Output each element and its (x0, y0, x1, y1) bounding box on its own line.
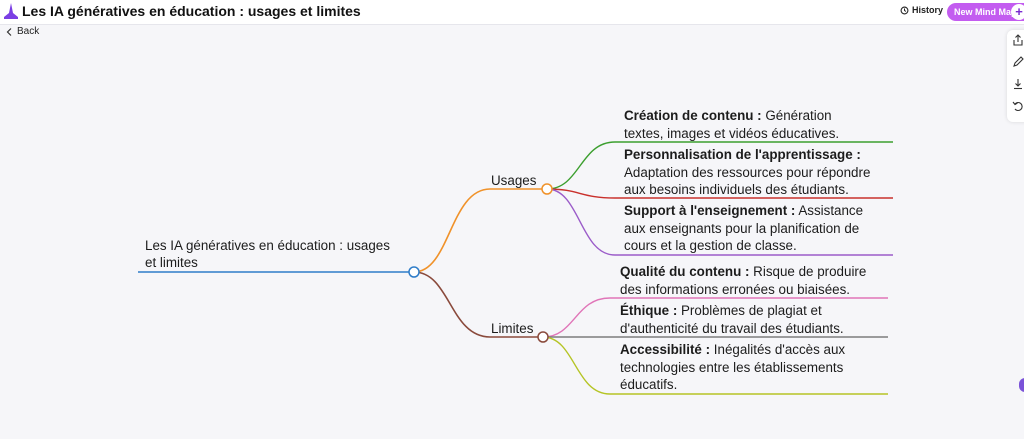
leaf-text: Risque de produire (749, 264, 867, 279)
leaf-creation[interactable]: Création de contenu : Génération textes,… (624, 107, 839, 142)
leaf-ethique[interactable]: Éthique : Problèmes de plagiat et d'auth… (620, 302, 844, 337)
branch-usages[interactable]: Usages (491, 172, 536, 190)
leaf-title: Support à l'enseignement : (624, 203, 796, 218)
root-node-handle[interactable] (408, 266, 420, 278)
leaf-text: Adaptation des ressources pour répondre (624, 164, 871, 180)
leaf-text: d'authenticité du travail des étudiants. (620, 320, 844, 336)
leaf-text: Problèmes de plagiat et (677, 303, 822, 318)
leaf-personnalisation[interactable]: Personnalisation de l'apprentissage : Ad… (624, 146, 870, 199)
root-line-2: et limites (145, 255, 198, 270)
leaf-text: cours et la gestion de classe. (624, 238, 797, 253)
leaf-text: Inégalités d'accès aux (710, 342, 846, 357)
leaf-text: aux besoins individuels des étudiants. (624, 182, 849, 197)
leaf-text: des informations erronées ou biaisées. (620, 281, 851, 297)
leaf-text: éducatifs. (620, 377, 678, 392)
root-line-1: Les IA génératives en éducation : usages (145, 238, 390, 253)
leaf-title: Éthique : (620, 303, 678, 318)
leaf-support[interactable]: Support à l'enseignement : Assistance au… (624, 202, 863, 255)
leaf-text: Assistance (795, 203, 864, 218)
connector-usages (413, 188, 547, 273)
leaf-text: technologies entre les établissements (620, 359, 844, 375)
leaf-title: Accessibilité : (620, 342, 711, 357)
leaf-text: aux enseignants pour la planification de (624, 220, 860, 236)
branch-limites[interactable]: Limites (491, 320, 533, 338)
usages-node-handle[interactable] (541, 183, 553, 195)
mindmap-canvas (138, 141, 893, 395)
limites-node-handle[interactable] (537, 331, 549, 343)
leaf-title: Qualité du contenu : (620, 264, 750, 279)
leaf-title: Création de contenu : (624, 108, 762, 123)
leaf-qualite[interactable]: Qualité du contenu : Risque de produire … (620, 263, 866, 298)
root-node[interactable]: Les IA génératives en éducation : usages… (145, 237, 390, 271)
leaf-text: Génération (761, 108, 832, 123)
leaf-accessibilite[interactable]: Accessibilité : Inégalités d'accès aux t… (620, 341, 845, 394)
leaf-text: textes, images et vidéos éducatives. (624, 125, 840, 141)
leaf-title: Personnalisation de l'apprentissage : (624, 147, 861, 162)
